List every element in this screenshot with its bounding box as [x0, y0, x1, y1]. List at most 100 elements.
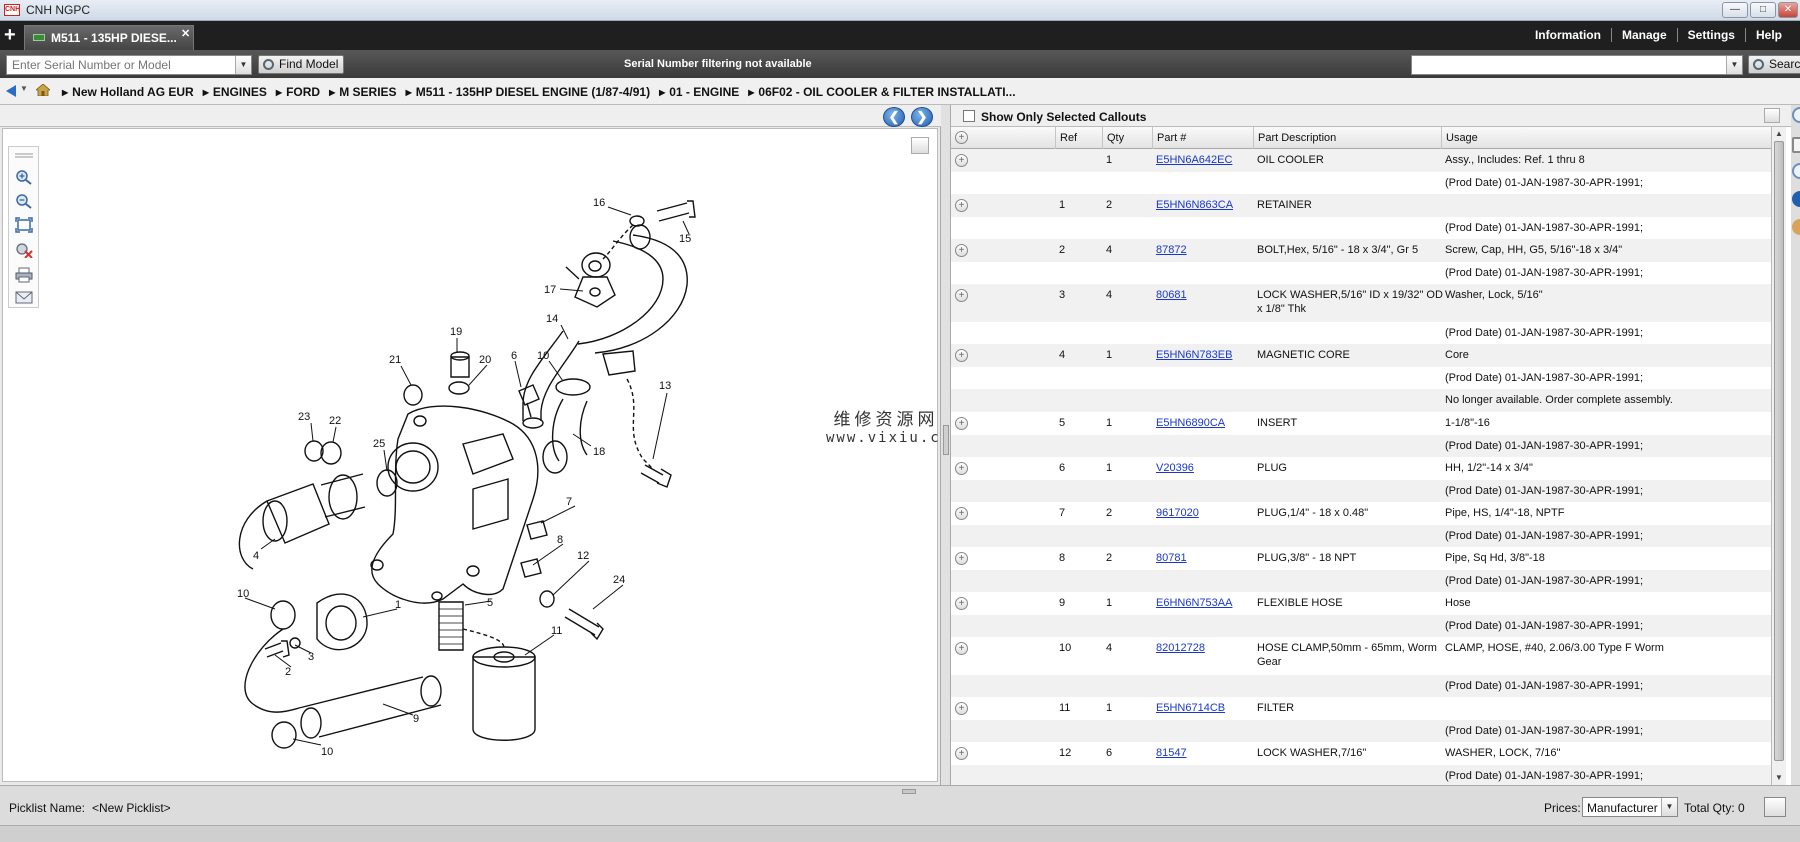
table-row[interactable]: + 12 6 81547 LOCK WASHER,7/16" WASHER, L… [951, 742, 1771, 765]
plug-part[interactable] [526, 520, 548, 540]
prices-select[interactable]: Manufacturer ▼ [1582, 797, 1678, 817]
table-row[interactable]: + 1 2 E5HN6N863CA RETAINER [951, 194, 1771, 217]
previous-diagram-button[interactable]: ❮ [883, 107, 905, 127]
user-icon[interactable] [1792, 219, 1800, 235]
table-row[interactable]: + 7 2 9617020 PLUG,1/4" - 18 x 0.48" Pip… [951, 502, 1771, 525]
next-diagram-button[interactable]: ❯ [911, 107, 933, 127]
menu-settings[interactable]: Settings [1676, 28, 1745, 42]
search-combo[interactable]: ▼ [1411, 55, 1743, 75]
side-tool-icon[interactable] [1792, 163, 1800, 179]
pipe-end[interactable] [522, 417, 544, 429]
oil-cooler-housing[interactable] [371, 405, 539, 604]
callout-label[interactable]: 10 [321, 746, 333, 758]
scroll-down-icon[interactable]: ▼ [1774, 773, 1784, 783]
callout-label[interactable]: 25 [373, 438, 385, 450]
back-arrow-icon[interactable] [6, 85, 16, 97]
part-number-link[interactable]: E5HN6890CA [1156, 416, 1225, 430]
picklist-name[interactable]: <New Picklist> [92, 801, 171, 815]
part-number-link[interactable]: 87872 [1156, 243, 1187, 257]
column-part-number[interactable]: Part # [1152, 127, 1253, 149]
bracket-part[interactable] [602, 350, 636, 376]
callout-label[interactable]: 13 [659, 380, 671, 392]
splitter-grip-icon[interactable] [943, 425, 949, 455]
part-number-link[interactable]: 80781 [1156, 551, 1187, 565]
show-selected-callouts-checkbox[interactable] [963, 110, 975, 122]
new-tab-button[interactable]: + [4, 24, 16, 46]
washer-part[interactable] [403, 384, 423, 406]
breadcrumb-item[interactable]: M511 - 135HP DIESEL ENGINE (1/87-4/91) [406, 85, 650, 99]
add-to-picklist-icon[interactable]: + [955, 154, 968, 167]
chevron-down-icon[interactable]: ▼ [1726, 56, 1742, 74]
callout-label[interactable]: 8 [557, 534, 563, 546]
maximize-button[interactable]: □ [1750, 2, 1776, 18]
washer-part[interactable] [320, 441, 342, 465]
part-number-link[interactable]: 81547 [1156, 746, 1187, 760]
column-description[interactable]: Part Description [1253, 127, 1441, 149]
callout-label[interactable]: 4 [253, 550, 259, 562]
tab-active[interactable]: M511 - 135HP DIESE... ✕ [24, 25, 194, 50]
callout-label[interactable]: 3 [308, 651, 314, 663]
part-number-link[interactable]: 82012728 [1156, 641, 1205, 655]
part-number-link[interactable]: V20396 [1156, 461, 1194, 475]
part-number-link[interactable]: 9617020 [1156, 506, 1199, 520]
callout-label[interactable]: 23 [298, 411, 310, 423]
pipe-part[interactable] [522, 330, 580, 421]
table-row[interactable]: + 4 1 E5HN6N783EB MAGNETIC CORE Core [951, 344, 1771, 367]
add-to-picklist-icon[interactable]: + [955, 702, 968, 715]
part-number-link[interactable]: E5HN6A642EC [1156, 153, 1232, 167]
bolt-part[interactable] [564, 608, 604, 641]
add-to-picklist-icon[interactable]: + [955, 349, 968, 362]
table-row[interactable]: + 5 1 E5HN6890CA INSERT 1-1/8"-16 [951, 412, 1771, 435]
column-usage[interactable]: Usage [1441, 127, 1771, 149]
add-to-picklist-icon[interactable]: + [955, 244, 968, 257]
washer-part[interactable] [304, 440, 324, 462]
breadcrumb-item[interactable]: New Holland AG EUR [62, 85, 194, 99]
minimize-button[interactable]: — [1722, 2, 1748, 18]
part-number-link[interactable]: 80681 [1156, 288, 1187, 302]
flexible-hose-part[interactable] [300, 707, 322, 739]
scrollbar-thumb[interactable] [1774, 141, 1784, 761]
breadcrumb-item[interactable]: M SERIES [329, 85, 396, 99]
menu-information[interactable]: Information [1525, 28, 1611, 42]
breadcrumb-item[interactable]: 06F02 - OIL COOLER & FILTER INSTALLATI..… [748, 85, 1015, 99]
add-to-picklist-icon[interactable]: + [955, 597, 968, 610]
table-row[interactable]: + 6 1 V20396 PLUG HH, 1/2"-14 x 3/4" [951, 457, 1771, 480]
side-tool-icon[interactable] [1792, 107, 1800, 123]
callout-label[interactable]: 10 [537, 350, 549, 362]
hose-clamp-part[interactable] [555, 378, 591, 396]
table-row[interactable]: + 2 4 87872 BOLT,Hex, 5/16" - 18 x 3/4",… [951, 239, 1771, 262]
add-to-picklist-icon[interactable]: + [955, 199, 968, 212]
bolt-part[interactable] [656, 200, 696, 222]
table-row[interactable]: + 11 1 E5HN6714CB FILTER [951, 697, 1771, 720]
horizontal-splitter-grip-icon[interactable] [902, 789, 916, 794]
pipe-part[interactable] [577, 240, 664, 345]
hose-clamp-part[interactable] [270, 600, 296, 630]
parts-scrollbar[interactable]: ▲ ▼ [1771, 127, 1786, 785]
add-to-picklist-icon[interactable]: + [955, 417, 968, 430]
filter-part[interactable] [472, 656, 536, 741]
callout-label[interactable]: 12 [577, 550, 589, 562]
callout-label[interactable]: 1 [395, 599, 401, 611]
table-row[interactable]: + 8 2 80781 PLUG,3/8" - 18 NPT Pipe, Sq … [951, 547, 1771, 570]
bolt-part[interactable] [640, 464, 672, 488]
plug-part[interactable] [450, 351, 470, 361]
tab-close-icon[interactable]: ✕ [181, 27, 190, 40]
column-qty[interactable]: Qty [1102, 127, 1152, 149]
callout-label[interactable]: 18 [593, 446, 605, 458]
flange-part[interactable] [574, 276, 616, 308]
serial-combo[interactable]: ▼ [6, 55, 252, 75]
gasket-part[interactable] [588, 260, 602, 272]
close-window-button[interactable]: ✕ [1778, 2, 1798, 18]
breadcrumb-item[interactable]: ENGINES [203, 85, 267, 99]
table-row[interactable]: + 3 4 80681 LOCK WASHER,5/16" ID x 19/32… [951, 284, 1771, 322]
serial-number-input[interactable] [7, 56, 235, 74]
menu-help[interactable]: Help [1744, 28, 1792, 42]
washer-part[interactable] [539, 590, 555, 608]
part-number-link[interactable]: E5HN6N863CA [1156, 198, 1233, 212]
plug-part[interactable] [518, 384, 540, 418]
bolt-part[interactable] [264, 640, 290, 658]
add-to-picklist-icon[interactable]: + [955, 552, 968, 565]
callout-label[interactable]: 14 [546, 313, 558, 325]
callout-label[interactable]: 24 [613, 574, 625, 586]
info-icon[interactable] [1792, 191, 1800, 207]
